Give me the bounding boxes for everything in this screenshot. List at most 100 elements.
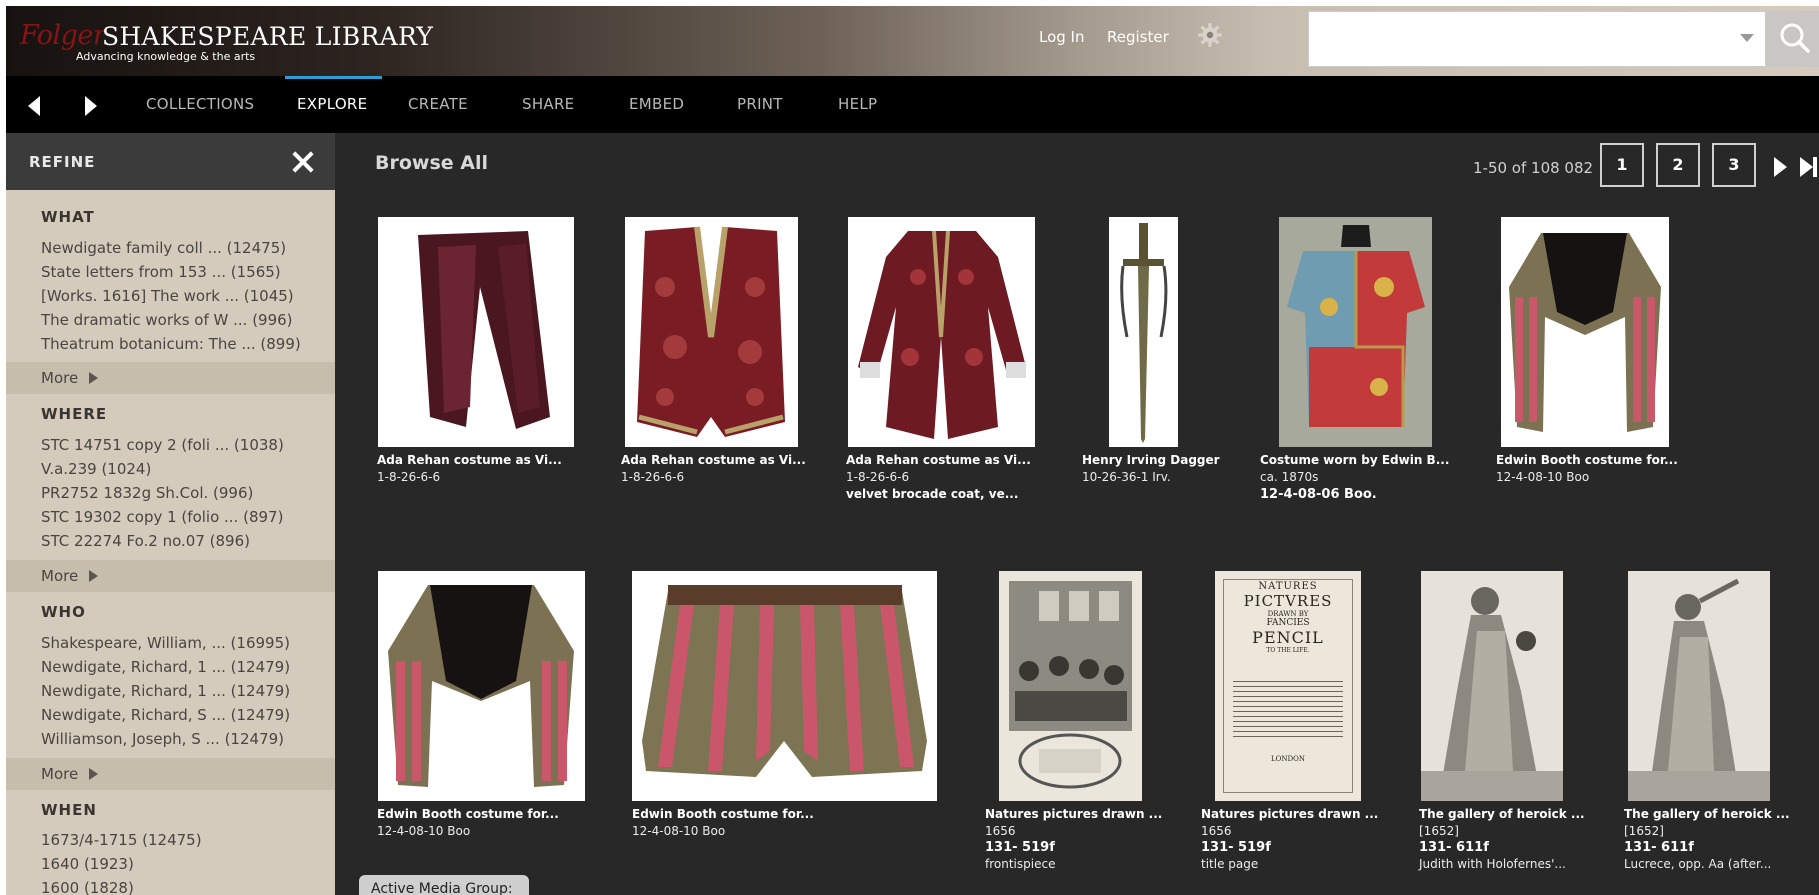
card-title[interactable]: Natures pictures drawn ... xyxy=(1201,807,1378,821)
facet-item[interactable]: Newdigate, Richard, 1 ... (12479) xyxy=(41,682,290,700)
card-line: 131- 519f xyxy=(985,840,1055,855)
card-line: 1-8-26-6-6 xyxy=(621,470,685,484)
nav-help[interactable]: HELP xyxy=(838,95,877,113)
card-title[interactable]: Henry Irving Dagger xyxy=(1082,453,1220,467)
facet-item[interactable]: Newdigate, Richard, 1 ... (12479) xyxy=(41,658,290,676)
card-line: Lucrece, opp. Aa (after... xyxy=(1624,857,1772,871)
facet-item[interactable]: STC 22274 Fo.2 no.07 (896) xyxy=(41,532,250,550)
more-button-what[interactable]: More xyxy=(6,362,335,394)
facet-heading-what: WHAT xyxy=(41,208,95,226)
facet-item[interactable]: Shakespeare, William, ... (16995) xyxy=(41,634,290,652)
page-button-3[interactable]: 3 xyxy=(1712,143,1756,187)
login-link[interactable]: Log In xyxy=(1039,28,1085,46)
card-title[interactable]: The gallery of heroick ... xyxy=(1624,807,1790,821)
thumbnail-natures-title-page[interactable]: NATURES PICTVRES DRAWN BY FANCIES PENCIL… xyxy=(1215,571,1361,801)
card-title[interactable]: The gallery of heroick ... xyxy=(1419,807,1585,821)
nav-explore[interactable]: EXPLORE xyxy=(297,95,367,113)
title-word: FANCIES xyxy=(1266,618,1310,628)
facet-item[interactable]: STC 19302 copy 1 (folio ... (897) xyxy=(41,508,283,526)
refine-header: REFINE xyxy=(6,133,335,190)
refine-sidebar: REFINE WHAT Newdigate family coll ... (1… xyxy=(6,133,335,895)
facet-item[interactable]: 1600 (1828) xyxy=(41,879,134,895)
facet-item[interactable]: 1673/4-1715 (12475) xyxy=(41,831,202,849)
facet-item[interactable]: STC 14751 copy 2 (foli ... (1038) xyxy=(41,436,284,454)
facet-heading-who: WHO xyxy=(41,603,86,621)
active-media-group-tab[interactable]: Active Media Group: xyxy=(359,875,529,895)
card-line: 12-4-08-10 Boo xyxy=(1496,470,1590,484)
card-line: [1652] xyxy=(1624,824,1664,838)
nav-print[interactable]: PRINT xyxy=(737,95,783,113)
forward-arrow-icon[interactable] xyxy=(85,96,97,116)
facet-item[interactable]: V.a.239 (1024) xyxy=(41,460,151,478)
thumbnail-lucrece-engraving[interactable] xyxy=(1628,571,1770,801)
facet-item[interactable]: State letters from 153 ... (1565) xyxy=(41,263,281,281)
nav-embed[interactable]: EMBED xyxy=(629,95,684,113)
card-title[interactable]: Edwin Booth costume for... xyxy=(632,807,814,821)
card-title[interactable]: Costume worn by Edwin B... xyxy=(1260,453,1449,467)
facet-item[interactable]: Williamson, Joseph, S ... (12479) xyxy=(41,730,284,748)
facet-heading-when: WHEN xyxy=(41,801,97,819)
thumbnail-brocade-coat[interactable] xyxy=(848,217,1035,447)
next-page-icon[interactable] xyxy=(1774,157,1787,177)
thumbnail-waistcoat[interactable] xyxy=(625,217,798,447)
card-line: 1-8-26-6-6 xyxy=(846,470,910,484)
main-nav: COLLECTIONS EXPLORE CREATE SHARE EMBED P… xyxy=(6,76,1819,133)
card-line: 131- 611f xyxy=(1419,840,1489,855)
more-button-who[interactable]: More xyxy=(6,758,335,790)
chevron-down-icon[interactable] xyxy=(1740,34,1754,42)
more-label: More xyxy=(41,765,79,783)
facet-item[interactable]: The dramatic works of W ... (996) xyxy=(41,311,293,329)
more-label: More xyxy=(41,369,79,387)
last-page-icon[interactable] xyxy=(1800,157,1813,177)
card-line: 1656 xyxy=(1201,824,1232,838)
search-input[interactable] xyxy=(1309,12,1739,66)
thumbnail-edwin-booth-trunks[interactable] xyxy=(632,571,937,801)
page-title: Browse All xyxy=(375,152,488,174)
card-title[interactable]: Natures pictures drawn ... xyxy=(985,807,1162,821)
gear-icon[interactable] xyxy=(1197,22,1223,48)
caret-right-icon xyxy=(89,570,98,582)
card-line: title page xyxy=(1201,857,1259,871)
page-button-1[interactable]: 1 xyxy=(1600,143,1644,187)
close-icon[interactable] xyxy=(292,151,314,173)
caret-right-icon xyxy=(89,768,98,780)
facet-item[interactable]: 1640 (1923) xyxy=(41,855,134,873)
thumbnail-judith-engraving[interactable] xyxy=(1421,571,1563,801)
more-button-where[interactable]: More xyxy=(6,560,335,592)
card-line: ca. 1870s xyxy=(1260,470,1319,484)
thumbnail-dagger[interactable] xyxy=(1109,217,1178,447)
thumbnail-natures-frontispiece[interactable] xyxy=(999,571,1142,801)
card-title[interactable]: Ada Rehan costume as Vi... xyxy=(846,453,1031,467)
card-line: frontispiece xyxy=(985,857,1056,871)
card-line: 12-4-08-06 Boo. xyxy=(1260,487,1377,502)
card-title[interactable]: Edwin Booth costume for... xyxy=(377,807,559,821)
thumbnail-edwin-booth-jacket[interactable] xyxy=(378,571,585,801)
thumbnail-breeches[interactable] xyxy=(378,217,574,447)
thumbnail-edwin-booth-tunic[interactable] xyxy=(1279,217,1432,447)
card-title[interactable]: Ada Rehan costume as Vi... xyxy=(377,453,562,467)
register-link[interactable]: Register xyxy=(1107,28,1169,46)
facet-item[interactable]: Newdigate, Richard, S ... (12479) xyxy=(41,706,290,724)
card-line: 1656 xyxy=(985,824,1016,838)
nav-collections[interactable]: COLLECTIONS xyxy=(146,95,254,113)
title-word: TO THE LIFE. xyxy=(1266,647,1310,654)
facet-item[interactable]: Theatrum botanicum: The ... (899) xyxy=(41,335,301,353)
card-line: 131- 519f xyxy=(1201,840,1271,855)
facet-item[interactable]: [Works. 1616] The work ... (1045) xyxy=(41,287,294,305)
nav-create[interactable]: CREATE xyxy=(408,95,468,113)
card-title[interactable]: Edwin Booth costume for... xyxy=(1496,453,1678,467)
title-word: PICTVRES xyxy=(1243,592,1333,610)
thumbnail-edwin-booth-doublet[interactable] xyxy=(1501,217,1669,447)
card-line: 131- 611f xyxy=(1624,840,1694,855)
card-title[interactable]: Ada Rehan costume as Vi... xyxy=(621,453,806,467)
facet-item[interactable]: PR2752 1832g Sh.Col. (996) xyxy=(41,484,253,502)
nav-share[interactable]: SHARE xyxy=(522,95,574,113)
card-line: 12-4-08-10 Boo xyxy=(632,824,726,838)
app-window: Folger SHAKESPEARE LIBRARY Advancing kno… xyxy=(6,6,1819,895)
caret-right-icon xyxy=(89,372,98,384)
back-arrow-icon[interactable] xyxy=(28,96,40,116)
search-field-wrapper xyxy=(1308,11,1766,67)
page-button-2[interactable]: 2 xyxy=(1656,143,1700,187)
facet-item[interactable]: Newdigate family coll ... (12475) xyxy=(41,239,286,257)
search-button[interactable] xyxy=(1766,11,1819,67)
